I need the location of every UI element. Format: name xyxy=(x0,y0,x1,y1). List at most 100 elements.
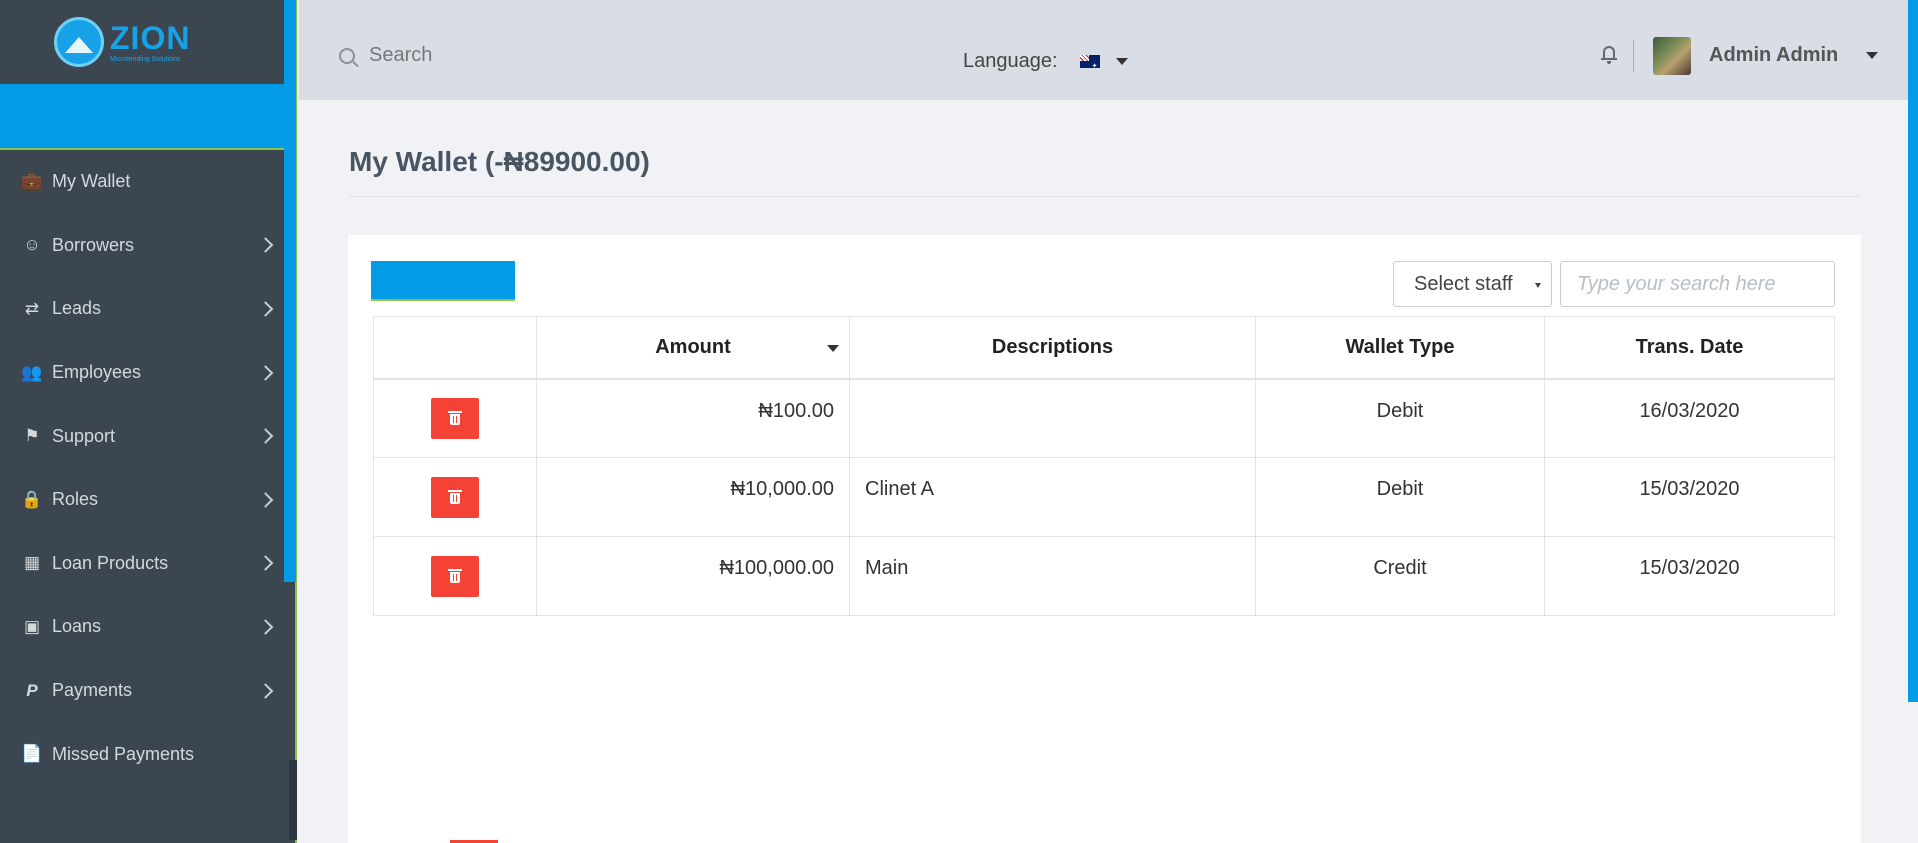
chevron-right-icon xyxy=(257,682,274,699)
avatar[interactable] xyxy=(1653,37,1691,75)
user-name: Admin Admin xyxy=(1709,44,1839,66)
sidebar-item-label: Loan Products xyxy=(52,552,169,573)
column-header-trans-date[interactable]: Trans. Date xyxy=(1544,316,1835,380)
bookmark-icon: ⚑ xyxy=(24,426,40,446)
sidebar-item-payments[interactable]: P Payments xyxy=(0,659,295,723)
staff-select-value: Select staff xyxy=(1414,273,1513,295)
search-icon xyxy=(339,47,355,64)
column-header-wallet-type[interactable]: Wallet Type xyxy=(1255,316,1545,380)
language-selector[interactable]: Language: xyxy=(963,50,1128,73)
sidebar-item-label: Missed Payments xyxy=(52,743,195,764)
chevron-right-icon xyxy=(257,428,274,444)
sidebar: ZION Microlending Solutions 💼 My Wallet … xyxy=(0,0,297,843)
trash-icon xyxy=(448,411,462,426)
table-header-row: Amount Descriptions Wallet Type Trans. D… xyxy=(373,316,1835,380)
sidebar-item-label: Roles xyxy=(52,489,99,510)
sidebar-item-employees[interactable]: 👥 Employees xyxy=(0,341,295,405)
file-icon: 📄 xyxy=(21,744,43,764)
wallet-card: Select staff Amount Descriptions Wallet … xyxy=(348,235,1861,843)
amount-cell: ₦10,000.00 xyxy=(536,457,850,537)
chevron-right-icon xyxy=(257,619,274,635)
caret-down-icon xyxy=(1535,283,1541,288)
sidebar-scrollbar[interactable] xyxy=(289,760,297,840)
brand-name: ZION xyxy=(110,19,191,56)
sidebar-item-support[interactable]: ⚑ Support xyxy=(0,404,295,468)
description-cell: Main xyxy=(849,536,1256,616)
delete-button[interactable] xyxy=(431,555,479,597)
add-transaction-button[interactable] xyxy=(371,261,515,301)
sidebar-banner xyxy=(0,84,295,150)
user-menu[interactable]: Admin Admin xyxy=(1709,44,1879,67)
table-search-input[interactable] xyxy=(1560,261,1835,307)
amount-cell: ₦100.00 xyxy=(536,378,850,458)
column-header-descriptions[interactable]: Descriptions xyxy=(849,316,1256,380)
page-scrollbar[interactable] xyxy=(1908,0,1918,702)
trash-icon xyxy=(448,490,462,504)
sidebar-item-missed-payments[interactable]: 📄 Missed Payments xyxy=(0,722,295,786)
trans-date-cell: 15/03/2020 xyxy=(1544,457,1835,537)
column-header-amount[interactable]: Amount xyxy=(536,316,850,380)
title-divider xyxy=(349,196,1860,197)
chevron-right-icon xyxy=(257,237,274,254)
delete-button[interactable] xyxy=(431,397,479,439)
sidebar-item-label: My Wallet xyxy=(52,171,131,192)
logo-mountain-icon xyxy=(54,17,104,67)
sidebar-item-my-wallet[interactable]: 💼 My Wallet xyxy=(0,150,295,214)
trans-date-cell: 15/03/2020 xyxy=(1544,536,1835,616)
table-row: ₦10,000.00 Clinet A Debit 15/03/2020 xyxy=(373,457,1835,537)
shuffle-icon: ⇄ xyxy=(24,298,40,318)
sidebar-item-label: Borrowers xyxy=(52,234,135,255)
table-row: ₦100.00 Debit 16/03/2020 xyxy=(373,378,1835,458)
lock-icon: 🔒 xyxy=(21,489,43,509)
chevron-right-icon xyxy=(257,491,274,508)
sidebar-item-label: Leads xyxy=(52,298,102,319)
brand-tagline: Microlending Solutions xyxy=(110,55,181,63)
smiley-icon: ☺ xyxy=(23,235,41,255)
trans-date-cell: 16/03/2020 xyxy=(1544,378,1835,458)
money-icon: ▣ xyxy=(23,616,41,636)
sidebar-item-borrowers[interactable]: ☺ Borrowers xyxy=(0,214,295,278)
sidebar-item-loan-products[interactable]: ▦ Loan Products xyxy=(0,532,295,596)
wallet-type-cell: Debit xyxy=(1255,378,1545,458)
column-header-label: Amount xyxy=(655,335,731,358)
australia-flag-icon xyxy=(1079,55,1100,68)
sidebar-menu: 💼 My Wallet ☺ Borrowers ⇄ Leads 👥 Employ… xyxy=(0,150,295,786)
users-icon: 👥 xyxy=(21,362,43,382)
wallet-type-cell: Credit xyxy=(1255,536,1545,616)
chevron-right-icon xyxy=(257,555,274,572)
sidebar-item-label: Employees xyxy=(52,362,142,383)
page-title: My Wallet (-₦89900.00) xyxy=(349,146,650,177)
top-header: Search Language: Admin Admin xyxy=(299,0,1908,100)
description-cell: Clinet A xyxy=(849,457,1256,537)
sidebar-item-loans[interactable]: ▣ Loans xyxy=(0,595,295,659)
header-divider xyxy=(1633,40,1634,72)
sort-desc-icon xyxy=(827,345,839,352)
delete-button[interactable] xyxy=(431,476,479,518)
table-row: ₦100,000.00 Main Credit 15/03/2020 xyxy=(373,536,1835,616)
trash-icon xyxy=(448,569,462,583)
amount-cell: ₦100,000.00 xyxy=(536,536,850,616)
sidebar-accent-strip xyxy=(284,0,296,582)
description-cell xyxy=(849,378,1256,458)
header-search[interactable]: Search xyxy=(339,44,432,67)
chevron-right-icon xyxy=(257,301,274,317)
chevron-right-icon xyxy=(257,364,274,381)
wallet-table: Amount Descriptions Wallet Type Trans. D… xyxy=(373,316,1835,616)
logo[interactable]: ZION Microlending Solutions xyxy=(0,0,295,84)
sidebar-item-label: Payments xyxy=(52,680,133,701)
language-label: Language: xyxy=(963,50,1058,72)
staff-select[interactable]: Select staff xyxy=(1393,261,1552,307)
sidebar-item-label: Loans xyxy=(52,616,102,637)
caret-down-icon xyxy=(1115,58,1128,65)
search-label: Search xyxy=(369,44,433,66)
sidebar-item-leads[interactable]: ⇄ Leads xyxy=(0,277,295,341)
wallet-type-cell: Debit xyxy=(1255,457,1545,537)
sidebar-item-label: Support xyxy=(52,425,116,446)
paypal-icon: P xyxy=(26,680,38,700)
table-icon: ▦ xyxy=(23,553,41,573)
caret-down-icon xyxy=(1866,52,1879,59)
briefcase-icon: 💼 xyxy=(21,171,43,191)
column-header-actions xyxy=(373,316,537,380)
bell-icon[interactable] xyxy=(1601,44,1617,64)
sidebar-item-roles[interactable]: 🔒 Roles xyxy=(0,468,295,532)
